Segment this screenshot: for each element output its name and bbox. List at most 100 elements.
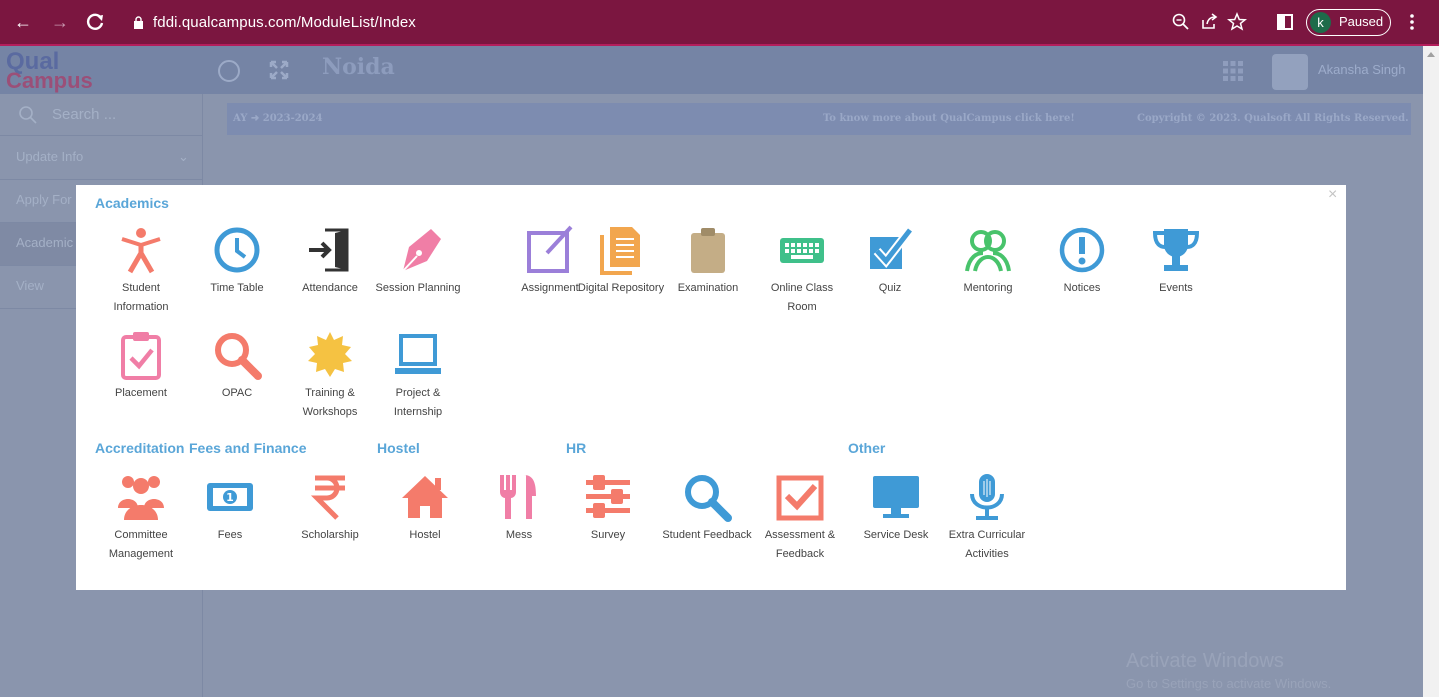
windows-watermark-subtitle: Go to Settings to activate Windows. [1126, 676, 1332, 691]
module-label: OPAC [221, 387, 253, 399]
address-bar[interactable]: fddi.qualcampus.com/ModuleList/Index [153, 14, 416, 31]
module-label: Quiz [878, 282, 902, 294]
close-button[interactable]: × [1328, 186, 1337, 204]
module-tile-survey[interactable]: Survey [563, 472, 653, 545]
module-label: Training & Workshops [302, 387, 358, 418]
search-icon [215, 333, 262, 380]
location-title: Noida [322, 54, 395, 80]
module-label: Survey [590, 529, 626, 541]
module-tile-examination[interactable]: Examination [663, 225, 753, 298]
back-arrow-icon[interactable]: ← [14, 11, 32, 33]
module-tile-quiz[interactable]: Quiz [845, 225, 935, 298]
pen-icon [402, 229, 441, 272]
side-panel-icon[interactable] [1274, 11, 1296, 33]
module-tile-online-class-room[interactable]: Online Class Room [757, 225, 847, 317]
module-label: Mentoring [963, 282, 1013, 294]
module-label: Online Class Room [770, 282, 834, 313]
chevron-down-icon: ⌄ [178, 149, 189, 164]
module-label: Events [1159, 282, 1193, 294]
search-icon [19, 106, 37, 124]
module-label: Scholarship [301, 529, 359, 541]
module-tile-time-table[interactable]: Time Table [192, 225, 282, 298]
module-tile-mentoring[interactable]: Mentoring [943, 225, 1033, 298]
module-label: Placement [115, 387, 167, 399]
edit-icon [527, 225, 573, 273]
module-tile-student-information[interactable]: Student Information [96, 225, 186, 317]
back-circle-icon[interactable] [218, 60, 240, 82]
module-label: Attendance [302, 282, 358, 294]
module-tile-training-workshops[interactable]: Training & Workshops [285, 330, 375, 422]
module-tile-digital-repository[interactable]: Digital Repository [576, 225, 666, 298]
fullscreen-icon[interactable] [268, 59, 290, 81]
module-label: Fees [217, 529, 243, 541]
sidebar-search[interactable]: Search ... [0, 94, 203, 136]
module-tile-attendance[interactable]: Attendance [285, 225, 375, 298]
module-label: Assessment & Feedback [764, 529, 836, 560]
know-more-link[interactable]: To know more about QualCampus click here… [823, 113, 1075, 124]
rupee-icon [310, 475, 345, 520]
search-icon [685, 475, 732, 522]
reload-icon[interactable] [84, 11, 106, 33]
module-label: Project & Internship [393, 387, 443, 418]
module-tile-fees[interactable]: 1 Fees [185, 472, 275, 545]
module-tile-hostel[interactable]: Hostel [380, 472, 470, 545]
academic-year: AY ➜ 2023-2024 [233, 113, 323, 124]
browser-toolbar: ← → fddi.qualcampus.com/ModuleList/Index… [0, 0, 1439, 46]
laptop-icon [395, 334, 441, 374]
clipboard-check-icon [121, 332, 161, 380]
module-label: Mess [505, 529, 533, 541]
module-tile-extra-curricular-activities[interactable]: Extra Curricular Activities [942, 472, 1032, 564]
section-hr: HR [566, 440, 587, 456]
module-list-modal: × Academics Accreditation Fees and Finan… [76, 185, 1346, 590]
module-label: Time Table [210, 282, 264, 294]
module-tile-student-feedback[interactable]: Student Feedback [662, 472, 752, 545]
section-other: Other [848, 440, 886, 456]
module-label: Student Information [113, 282, 169, 313]
module-tile-opac[interactable]: OPAC [192, 330, 282, 403]
group-icon [118, 476, 164, 520]
sidebar-item-label: View [16, 278, 44, 293]
module-tile-assessment-feedback[interactable]: Assessment & Feedback [755, 472, 845, 564]
sun-icon [308, 332, 352, 377]
module-label: Student Feedback [662, 529, 752, 541]
user-avatar[interactable] [1272, 54, 1308, 90]
module-tile-committee-management[interactable]: Committee Management [96, 472, 186, 564]
home-icon [402, 476, 448, 518]
section-fees-finance: Fees and Finance [189, 440, 307, 456]
module-tile-events[interactable]: Events [1131, 225, 1221, 298]
scroll-up-arrow-icon[interactable] [1427, 52, 1435, 57]
money-icon: 1 [207, 483, 253, 511]
bookmark-star-icon[interactable] [1226, 11, 1248, 33]
forward-arrow-icon[interactable]: → [51, 11, 69, 33]
module-tile-notices[interactable]: Notices [1037, 225, 1127, 298]
module-tile-session-planning[interactable]: Session Planning [373, 225, 463, 298]
door-icon [309, 228, 349, 272]
microphone-icon [970, 474, 1004, 520]
user-name[interactable]: Akansha Singh [1318, 62, 1405, 77]
app-header: Qual Campus Noida Akansha Singh [0, 46, 1423, 94]
scrollbar[interactable] [1423, 46, 1439, 697]
share-icon[interactable] [1198, 11, 1220, 33]
module-tile-project-internship[interactable]: Project & Internship [373, 330, 463, 422]
check-square-icon [776, 475, 824, 521]
menu-kebab-icon[interactable] [1409, 13, 1415, 31]
zoom-icon[interactable] [1170, 11, 1192, 33]
svg-text:1: 1 [226, 491, 234, 504]
clipboard-icon [691, 228, 725, 273]
module-tile-placement[interactable]: Placement [96, 330, 186, 403]
module-tile-mess[interactable]: Mess [474, 472, 564, 545]
sliders-icon [586, 475, 630, 518]
sidebar-item-label: Apply For [16, 192, 72, 207]
sidebar-item-update-info[interactable]: Update Info ⌄ [0, 137, 203, 180]
people-icon [965, 230, 1011, 272]
profile-button[interactable]: k Paused [1306, 9, 1391, 36]
module-label: Hostel [409, 529, 441, 541]
lock-icon [134, 16, 143, 29]
monitor-icon [873, 476, 919, 518]
trophy-icon [1152, 229, 1200, 271]
apps-grid-icon[interactable] [1222, 60, 1244, 82]
documents-icon [600, 227, 640, 275]
module-tile-service-desk[interactable]: Service Desk [851, 472, 941, 545]
section-accreditation: Accreditation [95, 440, 185, 456]
module-tile-scholarship[interactable]: Scholarship [285, 472, 375, 545]
